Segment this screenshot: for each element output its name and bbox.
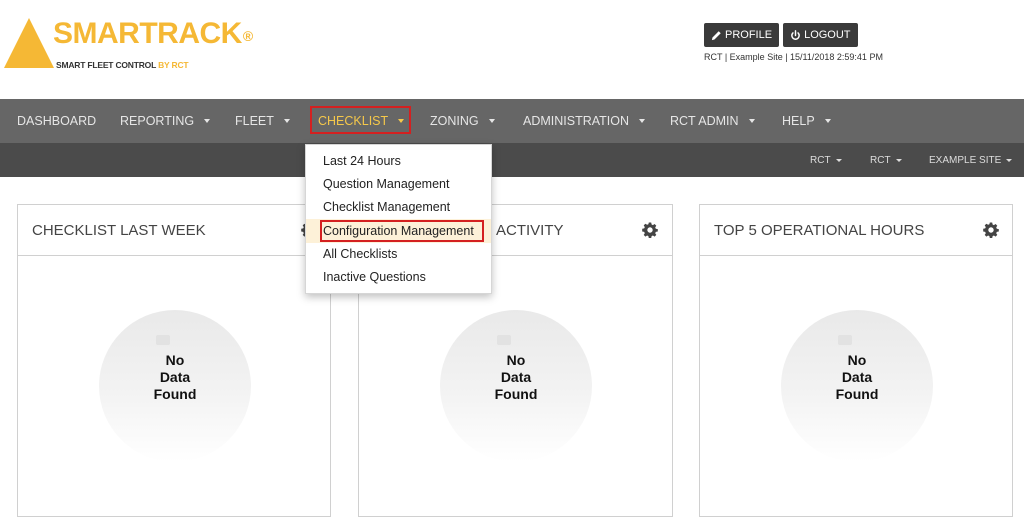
nav-label: RCT ADMIN	[670, 114, 739, 128]
nav-label: ZONING	[430, 114, 479, 128]
tagline-brand: BY RCT	[158, 60, 189, 70]
sub-nav: RCT RCT EXAMPLE SITE	[0, 143, 1024, 177]
subnav-label: RCT	[810, 154, 831, 166]
subnav-label: RCT	[870, 154, 891, 166]
nav-reporting[interactable]: REPORTING	[120, 99, 211, 143]
no-data-image-icon	[838, 335, 852, 345]
nav-label: HELP	[782, 114, 815, 128]
profile-label: PROFILE	[725, 29, 773, 41]
nav-help[interactable]: HELP	[782, 99, 831, 143]
no-data-placeholder: No Data Found	[99, 310, 251, 462]
card-title: CHECKLIST LAST WEEK	[32, 222, 206, 239]
subnav-region-select[interactable]: RCT	[870, 143, 902, 177]
nav-label: FLEET	[235, 114, 274, 128]
caret-down-icon	[283, 119, 290, 123]
caret-down-icon	[1006, 158, 1013, 162]
main-nav: DASHBOARD REPORTING FLEET CHECKLIST ZONI…	[0, 99, 1024, 143]
site-info: RCT | Example Site | 15/11/2018 2:59:41 …	[704, 52, 883, 62]
account-buttons: PROFILE LOGOUT	[704, 23, 858, 47]
logout-button[interactable]: LOGOUT	[783, 23, 858, 47]
gear-icon[interactable]	[983, 222, 999, 238]
menu-item-last-24-hours[interactable]: Last 24 Hours	[323, 151, 401, 171]
nav-label: REPORTING	[120, 114, 195, 128]
profile-button[interactable]: PROFILE	[704, 23, 780, 47]
pencil-icon	[711, 30, 721, 40]
card-checklist-last-week: CHECKLIST LAST WEEK No Data Found	[17, 204, 331, 517]
no-data-line: Data	[159, 369, 191, 385]
card-header: CHECKLIST LAST WEEK	[18, 205, 330, 256]
smartrack-logo[interactable]: SMARTRACK® SMART FLEET CONTROL BY RCT	[4, 16, 304, 76]
nav-label: DASHBOARD	[17, 114, 97, 128]
nav-checklist[interactable]: CHECKLIST	[318, 99, 405, 143]
nav-zoning[interactable]: ZONING	[430, 99, 495, 143]
subnav-company-select[interactable]: RCT	[810, 143, 842, 177]
no-data-image-icon	[156, 335, 170, 345]
caret-down-icon	[895, 158, 902, 162]
no-data-text: No Data Found	[440, 352, 592, 403]
card-title: ACTIVITY	[496, 222, 564, 239]
nav-dashboard[interactable]: DASHBOARD	[17, 99, 96, 143]
tagline-text: SMART FLEET CONTROL	[56, 60, 159, 70]
nav-rct-admin[interactable]: RCT ADMIN	[670, 99, 755, 143]
card-header: TOP 5 OPERATIONAL HOURS	[700, 205, 1012, 256]
no-data-line: Data	[841, 369, 873, 385]
menu-item-highlight-box	[320, 220, 484, 242]
registered-mark: ®	[242, 28, 253, 44]
nav-label: CHECKLIST	[318, 114, 389, 128]
logo-tagline: SMART FLEET CONTROL BY RCT	[56, 60, 189, 70]
menu-item-checklist-management[interactable]: Checklist Management	[323, 197, 450, 217]
logout-label: LOGOUT	[804, 29, 851, 41]
no-data-line: Data	[500, 369, 532, 385]
no-data-line: Found	[153, 386, 197, 402]
logo-name: SMARTRACK®	[53, 17, 253, 50]
menu-item-all-checklists[interactable]: All Checklists	[323, 244, 397, 264]
checklist-dropdown-menu: Last 24 Hours Question Management Checkl…	[305, 144, 492, 294]
caret-down-icon	[824, 119, 831, 123]
nav-label: ADMINISTRATION	[523, 114, 630, 128]
subnav-site-select[interactable]: EXAMPLE SITE	[929, 143, 1013, 177]
no-data-placeholder: No Data Found	[440, 310, 592, 462]
no-data-line: Found	[835, 386, 879, 402]
card-top-5-operational-hours: TOP 5 OPERATIONAL HOURS No Data Found	[699, 204, 1013, 517]
caret-down-icon	[835, 158, 842, 162]
menu-item-inactive-questions[interactable]: Inactive Questions	[323, 267, 426, 287]
no-data-text: No Data Found	[781, 352, 933, 403]
caret-down-icon	[639, 119, 646, 123]
caret-down-icon	[488, 119, 495, 123]
caret-down-icon	[748, 119, 755, 123]
caret-down-icon	[398, 119, 405, 123]
logo-triangle-icon	[4, 18, 54, 68]
no-data-line: No	[847, 352, 867, 368]
menu-item-question-management[interactable]: Question Management	[323, 174, 449, 194]
nav-administration[interactable]: ADMINISTRATION	[523, 99, 646, 143]
card-title: TOP 5 OPERATIONAL HOURS	[714, 222, 925, 239]
power-icon	[791, 29, 800, 40]
subnav-label: EXAMPLE SITE	[929, 154, 1002, 166]
no-data-image-icon	[497, 335, 511, 345]
no-data-line: No	[506, 352, 526, 368]
no-data-text: No Data Found	[99, 352, 251, 403]
caret-down-icon	[204, 119, 211, 123]
no-data-placeholder: No Data Found	[781, 310, 933, 462]
no-data-line: No	[165, 352, 185, 368]
nav-fleet[interactable]: FLEET	[235, 99, 290, 143]
header: SMARTRACK® SMART FLEET CONTROL BY RCT PR…	[0, 0, 1024, 99]
no-data-line: Found	[494, 386, 538, 402]
gear-icon[interactable]	[642, 222, 658, 238]
